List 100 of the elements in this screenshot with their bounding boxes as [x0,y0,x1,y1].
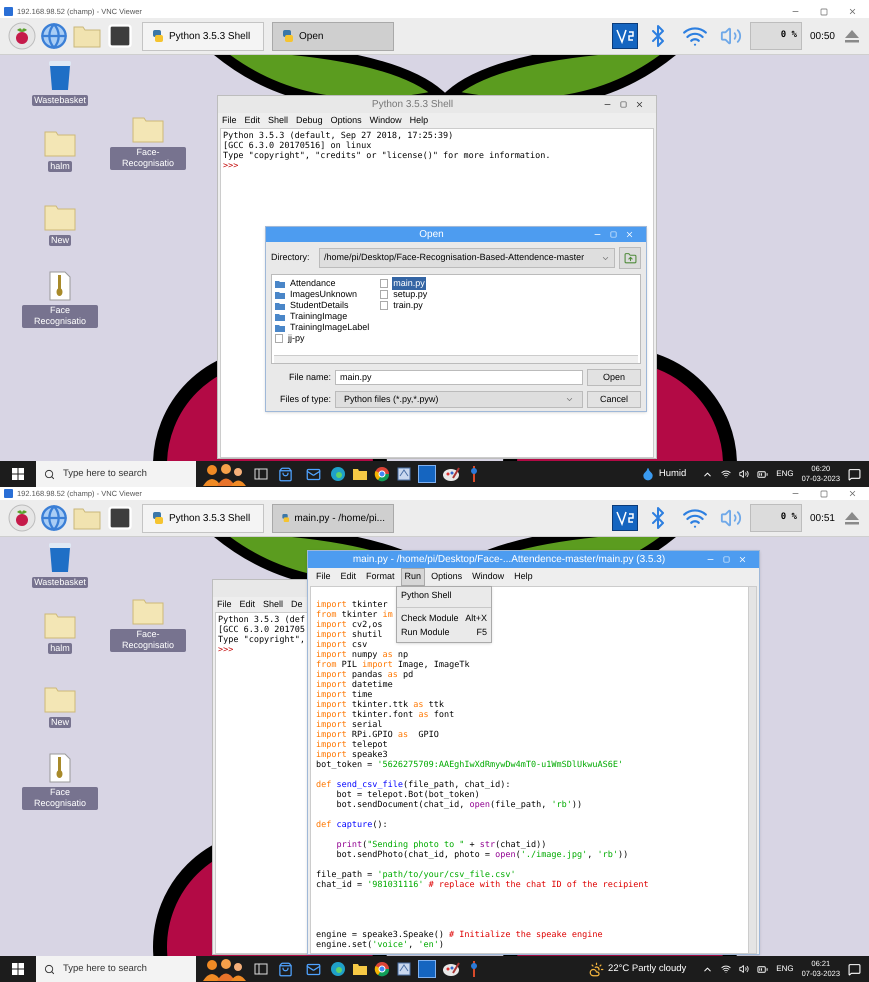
maximize-icon[interactable] [820,490,828,498]
desktop-icon-label: New [48,235,71,246]
language-indicator[interactable]: ENG [776,963,794,975]
close-icon[interactable] [635,100,644,109]
shell-line: [GCC 6.3.0 201705 [218,625,305,635]
notification-icon[interactable] [848,468,861,480]
folder-icon[interactable] [352,962,368,976]
archive-file-icon[interactable] [48,753,72,783]
script-list-entry[interactable]: setup.py [380,289,428,300]
network-icon[interactable] [721,964,732,974]
folder-icon[interactable] [352,467,368,481]
code-line: file_path = 'path/to/your/csv_file.csv' [316,870,516,880]
menu-item[interactable]: File [217,598,232,612]
language-indicator[interactable]: ENG [776,468,794,480]
weather-widget[interactable]: 22°C Partly cloudy [589,962,686,976]
battery-icon[interactable] [757,468,768,480]
folder-list-entry[interactable]: Attendance [275,278,370,289]
horizontal-scrollbar[interactable] [274,355,638,363]
file-name-field[interactable]: main.py [335,370,583,385]
parent-folder-button[interactable] [619,247,641,269]
notification-icon[interactable] [848,962,861,976]
volume-icon[interactable] [739,964,750,974]
menu-item[interactable]: File [222,114,237,128]
task-view-icon[interactable] [254,468,268,480]
globe-icon[interactable] [40,22,68,50]
menu-item[interactable]: Help [410,114,428,128]
python-logo-icon [281,511,290,525]
battery-icon[interactable] [757,964,768,974]
menu-item[interactable]: Options [427,568,466,586]
cpu-monitor[interactable]: 0 % [750,22,802,50]
clock[interactable]: 00:51 [806,510,839,526]
menu-item[interactable]: Shell [263,598,284,612]
cpu-monitor[interactable]: 0 % [750,504,802,532]
volume-icon[interactable] [739,469,750,479]
trash-icon[interactable] [46,59,74,91]
menu-option[interactable]: Python Shell [397,589,491,603]
search-icon [44,468,55,480]
search-field[interactable]: Type here to search [36,956,196,982]
dialog-button[interactable]: Cancel [587,391,641,408]
store-icon[interactable] [278,962,292,976]
menu-item[interactable]: Format [362,568,399,586]
menu-item[interactable]: File [312,568,335,586]
menu-option[interactable]: Check Module Alt+X [397,612,491,626]
menu-option[interactable]: Run Module F5 [397,626,491,640]
archive-file-icon[interactable] [48,271,72,301]
app-icon[interactable] [396,466,412,482]
task-view-icon[interactable] [254,963,268,975]
menu-item[interactable]: Window [468,568,508,586]
close-icon[interactable] [848,489,857,498]
raspberry-icon[interactable] [8,22,36,50]
eject-icon[interactable] [843,28,861,44]
store-icon[interactable] [278,466,292,482]
menu-item[interactable]: Debug [296,114,323,128]
menu-item[interactable]: De [291,598,303,612]
eject-icon[interactable] [843,510,861,526]
browser-icon[interactable] [330,466,346,482]
file-type-dropdown[interactable]: Python files (*.py,*.pyw) [335,391,583,408]
script-list-entry[interactable]: jj-py [275,333,370,344]
globe-icon[interactable] [40,504,68,532]
app-icon[interactable] [396,961,412,977]
taskbar-button[interactable]: main.py - /home/pi... [272,504,394,532]
browser-icon[interactable] [374,961,390,977]
menu-item[interactable]: Window [370,114,402,128]
menu-item[interactable]: Run [400,568,426,586]
weather-widget[interactable]: Humid [640,466,686,482]
network-icon[interactable] [721,469,732,479]
directory-dropdown[interactable]: /home/pi/Desktop/Face-Recognisation-Based-Attendence-master [319,248,615,268]
windows-start-icon[interactable] [12,963,24,975]
script-list-entry[interactable]: train.py [380,300,428,311]
menu-item[interactable]: Help [510,568,537,586]
taskbar-button[interactable]: Python 3.5.3 Shell [142,22,264,50]
browser-icon[interactable] [374,466,390,482]
folder-list-entry[interactable]: TrainingImage [275,311,370,322]
paint-icon[interactable] [442,466,460,482]
folder-list-entry[interactable]: StudentDetails [275,300,370,311]
vertical-scrollbar[interactable] [748,587,756,953]
trash-icon[interactable] [46,541,74,573]
menu-item[interactable]: Edit [336,568,360,586]
paint-icon[interactable] [442,961,460,977]
menu-item[interactable]: Shell [268,114,288,128]
menu-item[interactable]: Edit [244,114,260,128]
mail-icon[interactable] [306,466,320,482]
browser-icon[interactable] [330,961,346,977]
raspberry-icon[interactable] [8,504,36,532]
shell-line: Python 3.5.3 (def [218,615,305,625]
folder-list-entry[interactable]: ImagesUnknown [275,289,370,300]
maximize-icon[interactable] [820,8,828,16]
search-field[interactable]: Type here to search [36,461,196,487]
maximize-icon[interactable] [620,101,627,108]
menu-item[interactable]: Options [330,114,362,128]
taskbar-button[interactable]: Open [272,22,394,50]
close-icon[interactable] [848,7,857,16]
menu-item[interactable]: Edit [240,598,256,612]
windows-start-icon[interactable] [12,468,24,480]
python-logo-icon [151,511,165,525]
taskbar-button[interactable]: Python 3.5.3 Shell [142,504,264,532]
mail-icon[interactable] [306,962,320,976]
clock[interactable]: 00:50 [806,28,839,44]
folder-list-entry[interactable]: TrainingImageLabel [275,322,370,333]
dialog-button[interactable]: Open [587,369,641,386]
